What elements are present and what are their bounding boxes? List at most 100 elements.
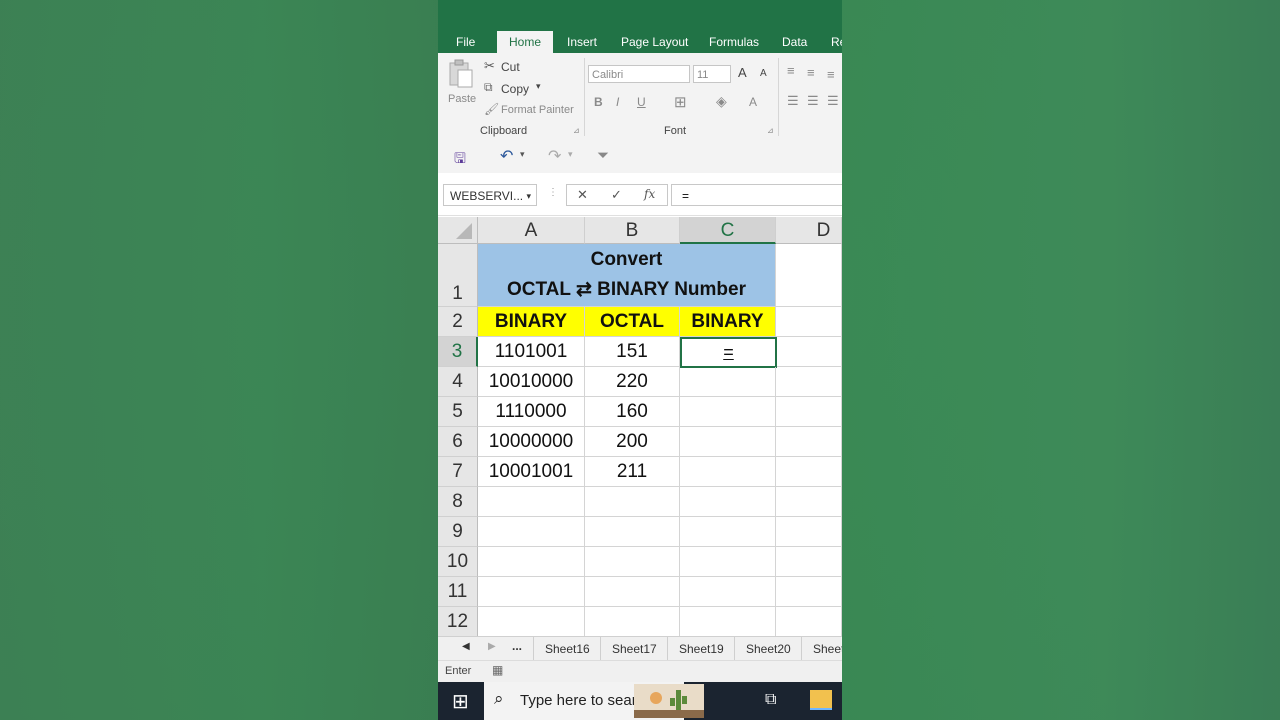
column-header-a[interactable]: A xyxy=(478,217,585,244)
row-header-5[interactable]: 5 xyxy=(438,397,478,427)
row-header-7[interactable]: 7 xyxy=(438,457,478,487)
cell-c4[interactable] xyxy=(680,367,776,397)
empty-cell[interactable] xyxy=(585,547,680,577)
cell-d6[interactable] xyxy=(776,427,842,457)
cancel-button[interactable]: ✕ xyxy=(577,187,588,203)
empty-cell[interactable] xyxy=(585,487,680,517)
empty-cell[interactable] xyxy=(585,577,680,607)
grow-font-icon[interactable]: A xyxy=(738,65,747,80)
scroll-left-icon[interactable]: ◀ xyxy=(462,641,470,652)
sheet-tab-19[interactable]: Sheet19 xyxy=(667,637,735,661)
bold-button[interactable]: B xyxy=(594,95,603,109)
font-launcher-icon[interactable]: ⊿ xyxy=(767,126,774,135)
empty-cell[interactable] xyxy=(680,517,776,547)
cell-a5[interactable]: 1110000 xyxy=(478,397,585,427)
redo-dropdown-icon[interactable]: ▾ xyxy=(568,149,573,160)
empty-cell[interactable] xyxy=(585,517,680,547)
italic-button[interactable]: I xyxy=(616,95,619,109)
underline-button[interactable]: U xyxy=(637,95,646,109)
active-cell-c3[interactable]: = xyxy=(680,337,777,368)
redo-icon[interactable]: ↷ xyxy=(548,146,561,166)
borders-icon[interactable]: ⊞ xyxy=(674,93,687,111)
header-cell-b2[interactable]: OCTAL xyxy=(585,307,680,337)
formula-input[interactable]: = xyxy=(671,184,842,206)
accessibility-icon[interactable]: ▦ xyxy=(492,663,503,677)
undo-dropdown-icon[interactable]: ▾ xyxy=(520,149,525,160)
taskbar-search[interactable]: ⌕ Type here to search xyxy=(484,682,704,720)
empty-cell[interactable] xyxy=(680,547,776,577)
cell-d3[interactable] xyxy=(777,337,842,367)
font-name-box[interactable]: Calibri xyxy=(588,65,690,83)
select-all-corner[interactable] xyxy=(438,217,478,244)
filter-icon[interactable]: ⏷ xyxy=(597,147,609,164)
tab-home[interactable]: Home xyxy=(497,31,554,53)
windows-start-icon[interactable]: ⊞ xyxy=(452,689,469,714)
tab-page-layout[interactable]: Page Layout xyxy=(621,31,688,53)
cell-b5[interactable]: 160 xyxy=(585,397,680,427)
cell-a3[interactable]: 1101001 xyxy=(478,337,585,367)
sheet-tab-20[interactable]: Sheet20 xyxy=(734,637,802,661)
sheet-tab-next[interactable]: Sheet xyxy=(801,637,842,661)
align-bottom-icon[interactable]: ≡ xyxy=(827,67,835,82)
tab-review[interactable]: Re xyxy=(831,31,842,53)
tab-data[interactable]: Data xyxy=(782,31,807,53)
cell-c5[interactable] xyxy=(680,397,776,427)
file-explorer-icon[interactable] xyxy=(810,690,832,710)
empty-cell[interactable] xyxy=(776,607,842,637)
cell-b6[interactable]: 200 xyxy=(585,427,680,457)
align-right-icon[interactable]: ☰ xyxy=(827,93,839,109)
sheet-tab-17[interactable]: Sheet17 xyxy=(600,637,668,661)
more-sheets-button[interactable]: ... xyxy=(512,639,522,653)
row-header-1[interactable]: 1 xyxy=(438,244,478,307)
enter-button[interactable]: ✓ xyxy=(611,187,622,203)
cell-d4[interactable] xyxy=(776,367,842,397)
align-top-icon[interactable]: ≡ xyxy=(787,63,795,78)
empty-cell[interactable] xyxy=(478,517,585,547)
empty-cell[interactable] xyxy=(478,607,585,637)
fill-color-icon[interactable]: ◈ xyxy=(716,93,727,110)
sheet-tab-16[interactable]: Sheet16 xyxy=(533,637,601,661)
empty-cell[interactable] xyxy=(776,487,842,517)
cell-a7[interactable]: 10001001 xyxy=(478,457,585,487)
font-size-box[interactable]: 11 xyxy=(693,65,731,83)
empty-cell[interactable] xyxy=(585,607,680,637)
scroll-right-icon[interactable]: ▶ xyxy=(488,641,496,652)
empty-cell[interactable] xyxy=(478,487,585,517)
row-header-9[interactable]: 9 xyxy=(438,517,478,547)
empty-cell[interactable] xyxy=(776,577,842,607)
cell-b7[interactable]: 211 xyxy=(585,457,680,487)
clipboard-launcher-icon[interactable]: ⊿ xyxy=(573,126,580,135)
header-cell-a2[interactable]: BINARY xyxy=(478,307,585,337)
name-box[interactable]: WEBSERVI... ▾ xyxy=(443,184,537,206)
title-cell-a1[interactable]: Convert OCTAL ⇄ BINARY Number xyxy=(478,244,776,307)
empty-cell[interactable] xyxy=(478,577,585,607)
column-header-c[interactable]: C xyxy=(680,217,776,244)
task-view-icon[interactable]: ⧉ xyxy=(765,691,776,709)
tab-file[interactable]: File xyxy=(456,31,475,53)
tab-formulas[interactable]: Formulas xyxy=(709,31,759,53)
paste-button[interactable]: Paste xyxy=(446,59,476,117)
cell-c7[interactable] xyxy=(680,457,776,487)
cell-d2[interactable] xyxy=(776,307,842,337)
empty-cell[interactable] xyxy=(680,607,776,637)
header-cell-c2[interactable]: BINARY xyxy=(680,307,776,337)
empty-cell[interactable] xyxy=(680,487,776,517)
row-header-6[interactable]: 6 xyxy=(438,427,478,457)
shrink-font-icon[interactable]: A xyxy=(760,68,767,79)
align-left-icon[interactable]: ☰ xyxy=(787,93,799,109)
cell-d5[interactable] xyxy=(776,397,842,427)
cell-a4[interactable]: 10010000 xyxy=(478,367,585,397)
cell-c6[interactable] xyxy=(680,427,776,457)
align-middle-icon[interactable]: ≡ xyxy=(807,65,815,80)
row-header-2[interactable]: 2 xyxy=(438,307,478,337)
save-icon[interactable]: 🖫 xyxy=(454,148,466,172)
empty-cell[interactable] xyxy=(680,577,776,607)
cell-d7[interactable] xyxy=(776,457,842,487)
font-color-button[interactable]: A xyxy=(749,95,757,109)
undo-icon[interactable]: ↶ xyxy=(500,146,513,166)
cell-b3[interactable]: 151 xyxy=(585,337,680,367)
row-header-12[interactable]: 12 xyxy=(438,607,478,637)
cell-a6[interactable]: 10000000 xyxy=(478,427,585,457)
insert-function-button[interactable]: fx xyxy=(644,187,655,201)
align-center-icon[interactable]: ☰ xyxy=(807,93,819,109)
